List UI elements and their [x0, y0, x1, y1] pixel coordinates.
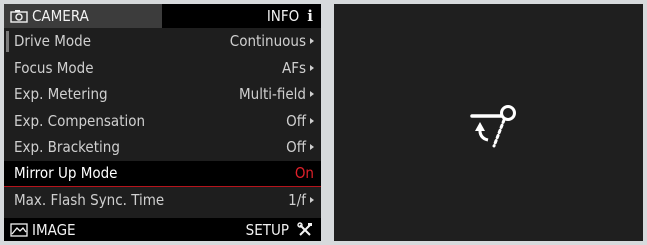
menu-item-max-flash-sync-time[interactable]: Max. Flash Sync. Time 1/f: [4, 187, 321, 214]
menu-item-value: 1/f: [288, 191, 306, 210]
chevron-right-icon: [310, 64, 314, 71]
menu-item-label: Exp. Metering: [14, 85, 108, 104]
tab-setup[interactable]: SETUP: [246, 221, 321, 239]
menu-item-label: Focus Mode: [14, 58, 94, 77]
tab-image-label: IMAGE: [32, 220, 76, 239]
menu-item-value: Multi-field: [239, 85, 306, 104]
menu-item-label: Exp. Bracketing: [14, 138, 120, 157]
image-icon: [10, 222, 28, 237]
menu-item-drive-mode[interactable]: Drive Mode Continuous: [4, 28, 321, 55]
menu-item-value: Off: [286, 138, 306, 157]
tab-image[interactable]: IMAGE: [4, 221, 76, 239]
chevron-right-icon: [310, 117, 314, 124]
menu-item-value: On: [294, 164, 314, 183]
chevron-right-icon: [310, 91, 314, 98]
setting-detail-panel: [334, 4, 643, 241]
top-tab-bar: CAMERA INFO i: [4, 4, 321, 28]
tab-camera-label: CAMERA: [32, 7, 89, 25]
menu-item-exp-bracketing[interactable]: Exp. Bracketing Off: [4, 134, 321, 161]
wrench-screwdriver-icon: [297, 221, 312, 236]
menu-item-value: AFs: [281, 58, 306, 77]
menu-item-label: Drive Mode: [14, 32, 92, 51]
menu-item-value: Continuous: [229, 32, 306, 51]
chevron-right-icon: [310, 144, 314, 151]
menu-item-label: Exp. Compensation: [14, 111, 146, 130]
camera-icon: [10, 10, 28, 23]
tab-info-label: INFO: [266, 7, 300, 25]
menu-item-label: Max. Flash Sync. Time: [14, 191, 165, 210]
menu-item-label: Mirror Up Mode: [14, 164, 118, 183]
tab-camera[interactable]: CAMERA: [4, 7, 89, 25]
menu-item-focus-mode[interactable]: Focus Mode AFs: [4, 55, 321, 82]
menu-item-exp-metering[interactable]: Exp. Metering Multi-field: [4, 81, 321, 108]
info-icon: i: [307, 7, 313, 25]
menu-item-value: Off: [286, 111, 306, 130]
menu-item-mirror-up-mode[interactable]: Mirror Up Mode On: [4, 160, 321, 187]
menu-item-exp-compensation[interactable]: Exp. Compensation Off: [4, 108, 321, 135]
tab-setup-label: SETUP: [245, 220, 289, 239]
menu-list: Drive Mode Continuous Focus Mode AFs Exp…: [4, 28, 321, 218]
chevron-right-icon: [310, 38, 314, 45]
camera-menu-screen: CAMERA INFO i Drive Mode Continuous Focu…: [4, 4, 321, 241]
tab-info[interactable]: INFO i: [267, 7, 321, 25]
chevron-right-icon: [310, 197, 314, 204]
bottom-tab-bar: IMAGE SETUP: [4, 218, 321, 241]
mirror-up-icon: [470, 105, 516, 148]
